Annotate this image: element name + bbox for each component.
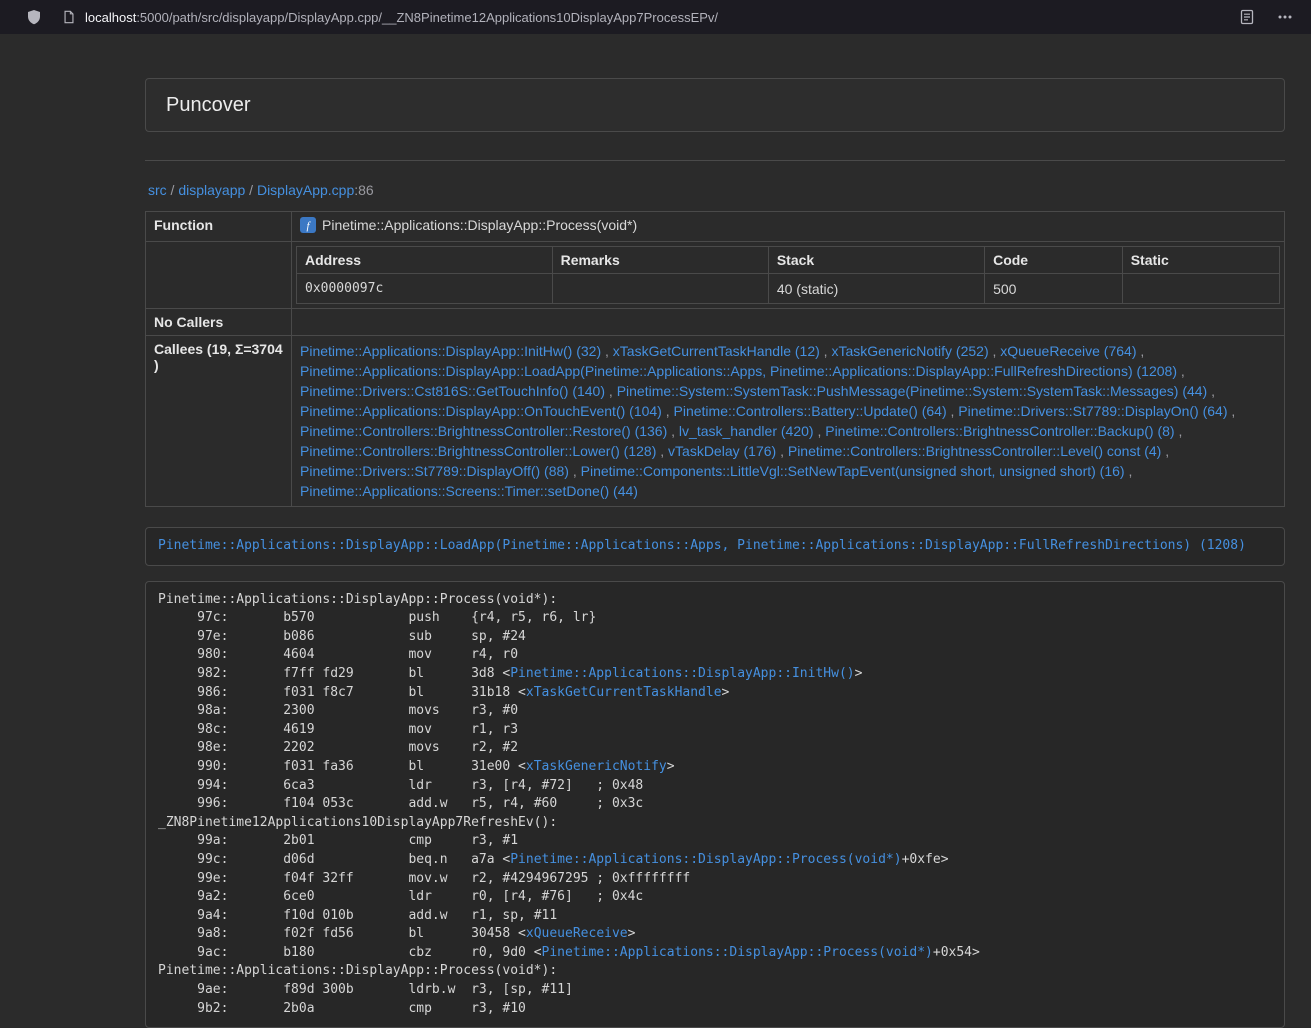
empty-label-cell (146, 242, 292, 309)
function-name: Pinetime::Applications::DisplayApp::Proc… (322, 217, 637, 233)
stats-header-row: Address Remarks Stack Code Static (297, 247, 1280, 274)
callees-label: Callees (19, Σ=3704 ) (146, 336, 292, 507)
remarks-value (552, 274, 768, 304)
breadcrumb-link[interactable]: displayapp (178, 182, 245, 198)
reader-view-icon[interactable] (1235, 5, 1259, 29)
callees-list: Pinetime::Applications::DisplayApp::Init… (292, 336, 1285, 507)
col-header-static: Static (1122, 247, 1279, 274)
page-icon (62, 10, 76, 24)
callee-link[interactable]: Pinetime::Controllers::Battery::Update()… (674, 403, 947, 419)
callee-separator: , (1161, 443, 1169, 459)
col-header-address: Address (297, 247, 553, 274)
callee-link[interactable]: Pinetime::Components::LittleVgl::SetNewT… (581, 463, 1125, 479)
callee-separator: , (814, 423, 826, 439)
url-host: localhost (85, 10, 136, 25)
callee-link[interactable]: Pinetime::Controllers::BrightnessControl… (788, 443, 1161, 459)
function-type-icon: f (300, 217, 316, 236)
callee-separator: , (667, 423, 679, 439)
breadcrumb-line-number: :86 (354, 182, 373, 198)
callee-link[interactable]: Pinetime::Controllers::BrightnessControl… (300, 443, 656, 459)
browser-toolbar: localhost:5000/path/src/displayapp/Displ… (0, 0, 1311, 34)
function-name-cell: f Pinetime::Applications::DisplayApp::Pr… (292, 212, 1285, 242)
header-panel: Puncover (145, 78, 1285, 132)
callee-separator: , (947, 403, 959, 419)
disassembly-symbol-link[interactable]: Pinetime::Applications::DisplayApp::Init… (510, 666, 854, 681)
callee-link[interactable]: Pinetime::Drivers::St7789::DisplayOn() (… (958, 403, 1227, 419)
disassembly-symbol-link[interactable]: xTaskGetCurrentTaskHandle (526, 685, 722, 700)
callee-link[interactable]: Pinetime::System::SystemTask::PushMessag… (617, 383, 1208, 399)
no-callers-label: No Callers (146, 309, 292, 336)
symbol-table: Function f Pinetime::Applications::Displ… (145, 211, 1285, 507)
col-header-code: Code (985, 247, 1123, 274)
no-callers-row: No Callers (146, 309, 1285, 336)
callee-separator: , (605, 383, 617, 399)
callees-row: Callees (19, Σ=3704 ) Pinetime::Applicat… (146, 336, 1285, 507)
breadcrumb: src / displayapp / DisplayApp.cpp:86 (145, 161, 1285, 211)
callee-separator: , (1136, 343, 1144, 359)
callee-link[interactable]: vTaskDelay (176) (668, 443, 776, 459)
disassembly-code: Pinetime::Applications::DisplayApp::Proc… (145, 581, 1285, 1028)
callee-link[interactable]: xTaskGenericNotify (252) (831, 343, 988, 359)
highlighted-symbol-link[interactable]: Pinetime::Applications::DisplayApp::Load… (158, 538, 1246, 553)
breadcrumb-separator: / (245, 182, 257, 198)
address-value: 0x0000097c (297, 274, 553, 304)
callee-separator: , (989, 343, 1001, 359)
url-path: :5000/path/src/displayapp/DisplayApp.cpp… (136, 10, 718, 25)
callee-link[interactable]: Pinetime::Applications::DisplayApp::Load… (300, 363, 1177, 379)
page-actions-icon[interactable] (1273, 5, 1297, 29)
callee-separator: , (1177, 363, 1185, 379)
shield-icon[interactable] (22, 5, 46, 29)
disassembly-symbol-link[interactable]: xTaskGenericNotify (526, 759, 667, 774)
callee-link[interactable]: Pinetime::Drivers::St7789::DisplayOff() … (300, 463, 569, 479)
function-row: Function f Pinetime::Applications::Displ… (146, 212, 1285, 242)
breadcrumb-link[interactable]: DisplayApp.cpp (257, 182, 354, 198)
callee-separator: , (1175, 423, 1183, 439)
callee-separator: , (1207, 383, 1215, 399)
callee-separator: , (776, 443, 788, 459)
callee-link[interactable]: Pinetime::Applications::DisplayApp::Init… (300, 343, 601, 359)
code-value: 500 (985, 274, 1123, 304)
disassembly-symbol-link[interactable]: xQueueReceive (526, 926, 628, 941)
function-label: Function (146, 212, 292, 242)
callee-link[interactable]: Pinetime::Controllers::BrightnessControl… (300, 423, 667, 439)
stats-row: Address Remarks Stack Code Static 0x0000… (146, 242, 1285, 309)
callee-separator: , (1125, 463, 1133, 479)
callee-link[interactable]: lv_task_handler (420) (679, 423, 814, 439)
callee-link[interactable]: xTaskGetCurrentTaskHandle (12) (613, 343, 820, 359)
breadcrumb-separator: / (167, 182, 179, 198)
callee-separator: , (1228, 403, 1236, 419)
disassembly-symbol-link[interactable]: Pinetime::Applications::DisplayApp::Proc… (542, 945, 933, 960)
stack-value: 40 (static) (768, 274, 984, 304)
no-callers-cell (292, 309, 1285, 336)
callee-link[interactable]: Pinetime::Applications::Screens::Timer::… (300, 483, 638, 499)
disassembly-symbol-link[interactable]: Pinetime::Applications::DisplayApp::Proc… (510, 852, 901, 867)
col-header-stack: Stack (768, 247, 984, 274)
breadcrumb-link[interactable]: src (148, 182, 167, 198)
callee-link[interactable]: Pinetime::Controllers::BrightnessControl… (825, 423, 1174, 439)
callee-separator: , (656, 443, 668, 459)
col-header-remarks: Remarks (552, 247, 768, 274)
callee-link[interactable]: Pinetime::Applications::DisplayApp::OnTo… (300, 403, 662, 419)
callee-separator: , (662, 403, 674, 419)
callee-separator: , (820, 343, 832, 359)
stats-value-row: 0x0000097c 40 (static) 500 (297, 274, 1280, 304)
static-value (1122, 274, 1279, 304)
callee-separator: , (601, 343, 613, 359)
callee-separator: , (569, 463, 581, 479)
callee-link[interactable]: xQueueReceive (764) (1000, 343, 1136, 359)
callee-link[interactable]: Pinetime::Drivers::Cst816S::GetTouchInfo… (300, 383, 605, 399)
stats-table: Address Remarks Stack Code Static 0x0000… (296, 246, 1280, 304)
stats-cell: Address Remarks Stack Code Static 0x0000… (292, 242, 1285, 309)
page-title: Puncover (166, 93, 1264, 117)
highlighted-symbol-box: Pinetime::Applications::DisplayApp::Load… (145, 527, 1285, 566)
url-bar[interactable]: localhost:5000/path/src/displayapp/Displ… (62, 10, 1235, 25)
main-content: Puncover src / displayapp / DisplayApp.c… (145, 34, 1285, 1028)
